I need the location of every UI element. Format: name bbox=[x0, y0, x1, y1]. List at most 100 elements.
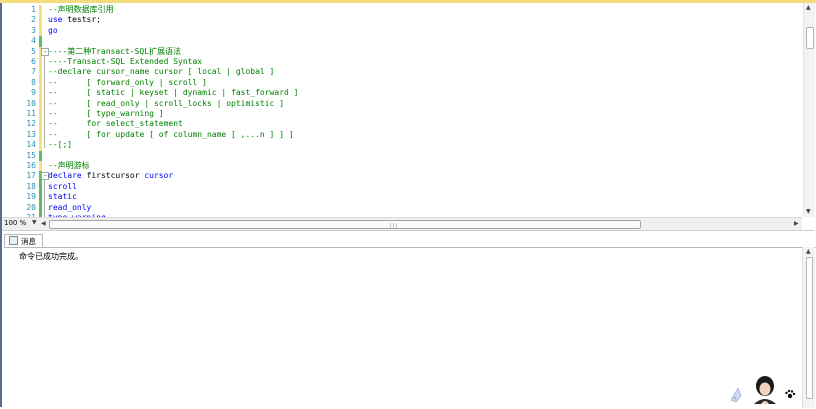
code-line[interactable]: 13 -- [ for update [ of column_name [ ,..… bbox=[2, 129, 802, 141]
code-line[interactable]: 2 use testsr; bbox=[2, 15, 802, 26]
code-line[interactable]: 11 -- [ type_warning ] bbox=[2, 109, 802, 120]
fold-guide bbox=[44, 179, 45, 217]
results-pane: 消息 命令已成功完成。 ▲ bbox=[2, 230, 816, 409]
code-line[interactable]: 3 go bbox=[2, 25, 802, 37]
code-text: --声明数据库引用 bbox=[48, 5, 114, 15]
code-line[interactable]: 6 ----Transact-SQL Extended Syntax bbox=[2, 57, 802, 68]
scroll-grip-icon: ||| bbox=[390, 223, 399, 229]
code-text: -- [ forward_only | scroll ] bbox=[48, 78, 207, 88]
results-vertical-scrollbar[interactable]: ▲ bbox=[802, 247, 815, 408]
code-line[interactable]: 16 --声明游标 bbox=[2, 161, 802, 172]
code-text: read_only bbox=[48, 203, 91, 213]
line-number: 19 bbox=[26, 192, 36, 202]
scroll-right-arrow-icon[interactable]: ▶ bbox=[794, 220, 799, 227]
results-scroll-up-arrow-icon[interactable]: ▲ bbox=[806, 248, 811, 255]
query-editor[interactable]: 1 --声明数据库引用 2 use testsr; 3 go 4 5− ----第二种Trans… bbox=[2, 3, 802, 217]
code-text: --[;] bbox=[48, 140, 72, 150]
code-line[interactable]: 9 -- [ static | keyset | dynamic | fast_f… bbox=[2, 88, 802, 99]
code-token: read_only bbox=[48, 202, 92, 212]
code-text: go bbox=[48, 26, 58, 36]
code-line[interactable]: 4 bbox=[2, 36, 802, 47]
code-token: cursor bbox=[144, 171, 174, 181]
code-text: ----Transact-SQL Extended Syntax bbox=[48, 57, 202, 67]
code-token: scroll bbox=[48, 181, 77, 191]
change-marker bbox=[39, 109, 42, 120]
change-marker bbox=[39, 202, 42, 213]
change-marker bbox=[39, 57, 42, 68]
results-vertical-scroll-thumb[interactable] bbox=[806, 257, 813, 399]
change-marker bbox=[39, 25, 42, 37]
line-number: 8 bbox=[31, 77, 36, 87]
line-number: 3 bbox=[31, 25, 36, 35]
tab-messages[interactable]: 消息 bbox=[4, 234, 43, 248]
line-number: 5 bbox=[31, 46, 36, 56]
mascot-girl-icon bbox=[730, 376, 796, 404]
editor-horizontal-scroll-thumb[interactable]: ||| bbox=[49, 220, 641, 229]
change-marker bbox=[39, 161, 42, 172]
code-token: --声明数据库引用 bbox=[48, 5, 114, 14]
change-marker bbox=[39, 129, 42, 141]
code-line[interactable]: 1 --声明数据库引用 bbox=[2, 5, 802, 16]
code-token: -- [ for update [ of column_name [ ,...n… bbox=[48, 129, 294, 139]
zoom-dropdown-icon[interactable]: ▼ bbox=[32, 219, 37, 226]
code-line[interactable]: 20 read_only bbox=[2, 202, 802, 213]
code-token: testsr; bbox=[67, 15, 101, 25]
change-marker bbox=[39, 119, 42, 130]
change-marker bbox=[39, 88, 42, 99]
code-text: -- [ for update [ of column_name [ ,...n… bbox=[48, 130, 294, 140]
code-token: declare bbox=[48, 171, 87, 181]
line-number: 9 bbox=[31, 88, 36, 98]
line-number: 16 bbox=[26, 161, 36, 170]
code-token: -- for select_statement bbox=[48, 119, 183, 129]
change-marker bbox=[39, 140, 42, 151]
code-token: -- [ forward_only | scroll ] bbox=[48, 77, 207, 87]
code-line[interactable]: 5− ----第二种Transact-SQL扩展语法 bbox=[2, 46, 802, 57]
zoom-level[interactable]: 100 % bbox=[4, 219, 26, 227]
completion-message: 命令已成功完成。 bbox=[19, 252, 83, 261]
code-text: use testsr; bbox=[48, 15, 101, 25]
line-number: 17 bbox=[26, 171, 36, 181]
code-token: --[;] bbox=[48, 140, 73, 150]
code-text: -- [ read_only | scroll_locks | optimist… bbox=[48, 99, 284, 109]
line-number: 13 bbox=[26, 129, 36, 139]
line-number: 20 bbox=[26, 202, 36, 212]
code-token: -- [ type_warning ] bbox=[48, 109, 164, 118]
scroll-left-arrow-icon[interactable]: ◀ bbox=[41, 220, 46, 227]
code-token: static bbox=[48, 192, 77, 202]
scroll-down-arrow-icon[interactable]: ▼ bbox=[806, 208, 811, 215]
line-number: 12 bbox=[26, 119, 36, 129]
code-text: -- for select_statement bbox=[48, 119, 183, 129]
line-number: 2 bbox=[31, 15, 36, 25]
line-number: 4 bbox=[31, 36, 36, 46]
line-number: 15 bbox=[26, 150, 36, 160]
code-line[interactable]: 15 bbox=[2, 150, 802, 161]
code-text: --declare cursor_name cursor [ local | g… bbox=[48, 67, 274, 77]
tab-messages-label: 消息 bbox=[21, 237, 36, 246]
code-line[interactable]: 12 -- for select_statement bbox=[2, 119, 802, 130]
editor-vertical-scrollbar[interactable]: ▲ ▼ bbox=[803, 3, 815, 217]
code-line[interactable]: 10 -- [ read_only | scroll_locks | optimi… bbox=[2, 98, 802, 109]
code-line[interactable]: 14 --[;] bbox=[2, 140, 802, 151]
fold-guide bbox=[44, 54, 45, 149]
messages-panel: 命令已成功完成。 bbox=[4, 247, 816, 409]
editor-vertical-scroll-thumb[interactable] bbox=[806, 27, 814, 49]
code-text: -- [ type_warning ] bbox=[48, 109, 164, 119]
scroll-up-arrow-icon[interactable]: ▲ bbox=[806, 4, 811, 11]
code-line[interactable]: 7 --declare cursor_name cursor [ local | … bbox=[2, 67, 802, 78]
editor-status-bar: 100 % ▼ ◀ ||| ▶ bbox=[2, 217, 802, 230]
line-number: 6 bbox=[31, 57, 36, 66]
code-text: -- [ static | keyset | dynamic | fast_fo… bbox=[48, 88, 298, 98]
change-marker bbox=[39, 36, 42, 47]
line-number: 7 bbox=[31, 67, 36, 77]
code-line[interactable]: 17− declare firstcursor cursor bbox=[2, 171, 802, 182]
code-line[interactable]: 18 scroll bbox=[2, 181, 802, 193]
change-marker bbox=[39, 192, 42, 203]
code-line[interactable]: 19 static bbox=[2, 192, 802, 203]
code-token: ----Transact-SQL Extended Syntax bbox=[48, 57, 203, 66]
change-marker bbox=[39, 150, 42, 161]
code-text: declare firstcursor cursor bbox=[48, 171, 173, 181]
change-marker bbox=[39, 15, 42, 26]
code-line[interactable]: 8 -- [ forward_only | scroll ] bbox=[2, 77, 802, 89]
line-number: 10 bbox=[26, 98, 36, 108]
code-token: -- [ static | keyset | dynamic | fast_fo… bbox=[48, 88, 299, 98]
